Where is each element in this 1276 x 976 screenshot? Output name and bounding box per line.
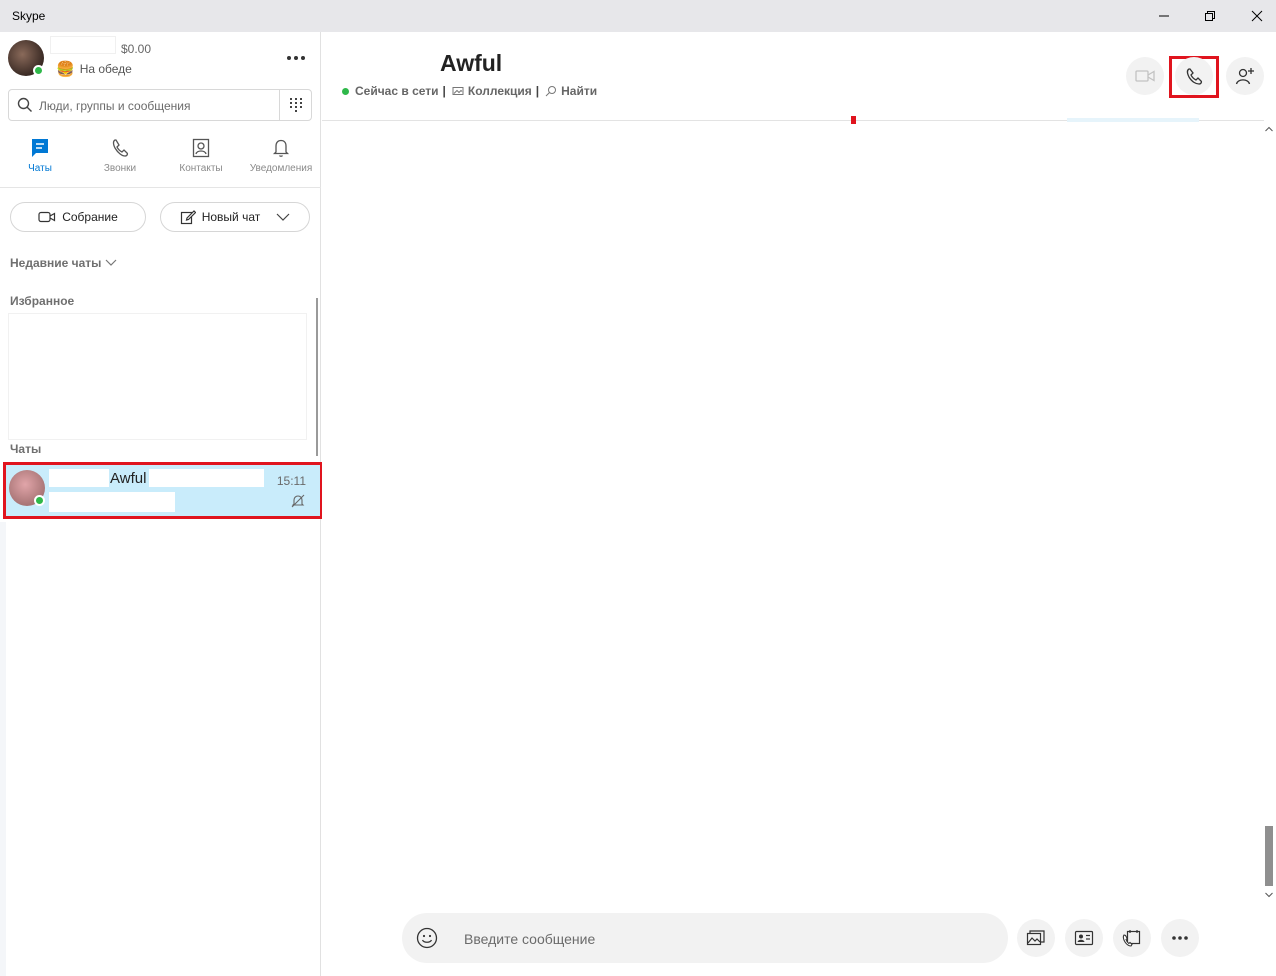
muted-bell-icon <box>291 494 305 508</box>
message-fragment <box>1067 118 1199 122</box>
image-gallery-icon <box>1026 930 1045 946</box>
status-text: Сейчас в сети <box>355 84 439 98</box>
add-person-icon <box>1235 68 1254 85</box>
scroll-thumb[interactable] <box>1265 826 1273 886</box>
contacts-icon <box>192 138 210 158</box>
marker <box>851 116 856 124</box>
chat-icon <box>32 139 48 157</box>
separator: | <box>535 84 540 98</box>
tab-notifications[interactable]: Уведомления <box>241 137 321 187</box>
new-chat-label: Новый чат <box>201 210 261 224</box>
sidebar-scrollbar[interactable] <box>316 298 318 456</box>
video-camera-icon <box>1135 70 1155 82</box>
send-media-button[interactable] <box>1017 919 1055 957</box>
main-nav: Чаты Звонки Контакты Уведомления <box>0 137 321 187</box>
find-link[interactable]: Найти <box>561 84 597 98</box>
video-call-button[interactable] <box>1126 57 1164 95</box>
conversation-subheader: Сейчас в сети | Коллекция | Найти <box>342 84 597 98</box>
dialpad-icon <box>289 98 302 112</box>
tab-calls-label: Звонки <box>103 163 137 174</box>
tab-chats[interactable]: Чаты <box>0 137 80 187</box>
skype-credit-balance[interactable]: $0.00 <box>121 42 151 56</box>
new-chat-button[interactable]: Новый чат <box>160 202 310 232</box>
meeting-label: Собрание <box>62 210 118 224</box>
chevron-down-icon <box>105 259 117 266</box>
scroll-down-arrow[interactable] <box>1264 890 1274 900</box>
search-input[interactable]: Люди, группы и сообщения <box>39 99 191 113</box>
restore-button[interactable] <box>1187 0 1233 32</box>
chevron-down-icon <box>1265 892 1273 898</box>
more-actions-button[interactable] <box>1161 919 1199 957</box>
emoji-icon[interactable] <box>416 927 438 949</box>
tab-contacts[interactable]: Контакты <box>161 137 241 187</box>
separator: | <box>442 84 446 98</box>
mood-text: На обеде <box>79 62 132 76</box>
sidebar: $0.00 🍔 На обеде Люди, группы и сообщени… <box>0 32 323 976</box>
tab-calls[interactable]: Звонки <box>80 137 160 187</box>
chat-list-item[interactable]: Awful 15:11 <box>3 462 323 519</box>
burger-icon: 🍔 <box>56 61 75 78</box>
presence-online-icon <box>34 495 45 506</box>
add-people-button[interactable] <box>1226 57 1264 95</box>
conversation-scrollbar[interactable] <box>1262 120 1276 904</box>
divider <box>0 187 321 188</box>
chats-heading: Чаты <box>10 442 42 456</box>
minimize-icon <box>1159 15 1169 17</box>
recent-chats-label: Недавние чаты <box>10 256 102 270</box>
chat-time: 15:11 <box>276 474 306 488</box>
more-dots-icon <box>1172 936 1188 940</box>
tab-chats-label: Чаты <box>28 163 52 174</box>
gallery-link[interactable]: Коллекция <box>468 84 532 98</box>
message-input[interactable]: Введите сообщение <box>464 931 595 947</box>
restore-icon <box>1205 11 1215 21</box>
chevron-down-icon <box>276 213 290 221</box>
tab-notifications-label: Уведомления <box>249 163 313 174</box>
recent-chats-filter[interactable]: Недавние чаты <box>10 256 117 270</box>
sidebar-edge <box>0 522 6 976</box>
schedule-call-button[interactable] <box>1113 919 1151 957</box>
search-icon <box>17 97 32 112</box>
mood-message[interactable]: 🍔 На обеде <box>56 60 132 78</box>
schedule-call-icon <box>1122 930 1141 947</box>
close-button[interactable] <box>1234 0 1276 32</box>
presence-online-icon <box>33 65 44 76</box>
meet-now-icon <box>38 211 56 223</box>
search-icon <box>545 86 557 97</box>
close-icon <box>1251 10 1263 22</box>
contact-card-icon <box>1074 930 1094 946</box>
chat-name-redacted <box>49 469 109 487</box>
bell-icon <box>272 139 290 157</box>
send-contact-button[interactable] <box>1065 919 1103 957</box>
chat-preview-redacted <box>49 492 175 512</box>
scroll-up-arrow[interactable] <box>1264 124 1274 134</box>
meeting-button[interactable]: Собрание <box>10 202 146 232</box>
search-box[interactable]: Люди, группы и сообщения <box>8 89 312 121</box>
profile-name-redacted <box>50 36 116 54</box>
conversation-title[interactable]: Awful <box>440 50 502 77</box>
more-options-button[interactable] <box>284 48 308 68</box>
minimize-button[interactable] <box>1141 0 1187 32</box>
favorites-heading: Избранное <box>10 294 75 308</box>
gallery-icon <box>452 87 464 95</box>
phone-icon <box>1186 68 1203 85</box>
chat-name-redacted <box>149 469 264 487</box>
title-bar: Skype <box>0 0 1276 32</box>
message-composer[interactable]: Введите сообщение <box>402 913 1008 963</box>
presence-online-icon <box>342 87 349 95</box>
dialpad-button[interactable] <box>279 90 311 120</box>
favorites-list-redacted <box>8 313 307 440</box>
compose-icon <box>180 210 196 225</box>
tab-contacts-label: Контакты <box>179 163 223 174</box>
chat-name: Awful <box>110 470 147 487</box>
chevron-up-icon <box>1265 126 1273 132</box>
audio-call-button[interactable] <box>1175 57 1213 95</box>
phone-icon <box>112 139 129 157</box>
conversation-panel: Awful Сейчас в сети | Коллекция | Найти … <box>322 32 1276 976</box>
window-title: Skype <box>12 9 46 23</box>
